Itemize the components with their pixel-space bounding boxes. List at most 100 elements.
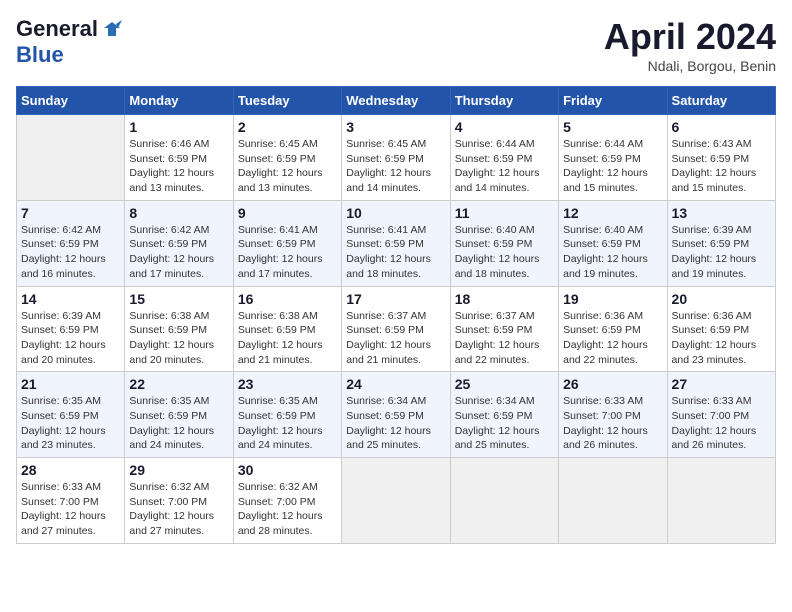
calendar-week-row: 14 Sunrise: 6:39 AMSunset: 6:59 PMDayligh… (17, 286, 776, 372)
calendar-day-cell: 12 Sunrise: 6:40 AMSunset: 6:59 PMDayligh… (559, 200, 667, 286)
calendar-day-cell (450, 458, 558, 544)
day-number: 11 (455, 205, 554, 221)
day-info: Sunrise: 6:33 AMSunset: 7:00 PMDaylight:… (672, 394, 771, 453)
day-info: Sunrise: 6:37 AMSunset: 6:59 PMDaylight:… (346, 309, 445, 368)
calendar-day-cell: 23 Sunrise: 6:35 AMSunset: 6:59 PMDayligh… (233, 372, 341, 458)
day-info: Sunrise: 6:46 AMSunset: 6:59 PMDaylight:… (129, 137, 228, 196)
day-info: Sunrise: 6:45 AMSunset: 6:59 PMDaylight:… (238, 137, 337, 196)
day-number: 10 (346, 205, 445, 221)
day-number: 22 (129, 376, 228, 392)
day-number: 23 (238, 376, 337, 392)
day-number: 21 (21, 376, 120, 392)
day-info: Sunrise: 6:35 AMSunset: 6:59 PMDaylight:… (238, 394, 337, 453)
day-number: 29 (129, 462, 228, 478)
day-number: 20 (672, 291, 771, 307)
day-info: Sunrise: 6:45 AMSunset: 6:59 PMDaylight:… (346, 137, 445, 196)
day-info: Sunrise: 6:32 AMSunset: 7:00 PMDaylight:… (238, 480, 337, 539)
day-number: 28 (21, 462, 120, 478)
day-info: Sunrise: 6:39 AMSunset: 6:59 PMDaylight:… (21, 309, 120, 368)
day-number: 16 (238, 291, 337, 307)
calendar-day-cell: 10Sunrise: 6:41 AMSunset: 6:59 PMDayligh… (342, 200, 450, 286)
day-info: Sunrise: 6:38 AMSunset: 6:59 PMDaylight:… (238, 309, 337, 368)
day-info: Sunrise: 6:38 AMSunset: 6:59 PMDaylight:… (129, 309, 228, 368)
day-number: 12 (563, 205, 662, 221)
logo-bird-icon (102, 20, 122, 38)
calendar-day-cell: 14 Sunrise: 6:39 AMSunset: 6:59 PMDayligh… (17, 286, 125, 372)
logo-general-text: General (16, 16, 98, 42)
day-of-week-header: Friday (559, 87, 667, 115)
day-info: Sunrise: 6:33 AMSunset: 7:00 PMDaylight:… (563, 394, 662, 453)
calendar-day-cell (17, 115, 125, 201)
day-number: 19 (563, 291, 662, 307)
day-number: 27 (672, 376, 771, 392)
day-of-week-header: Saturday (667, 87, 775, 115)
day-info: Sunrise: 6:40 AMSunset: 6:59 PMDaylight:… (563, 223, 662, 282)
day-number: 3 (346, 119, 445, 135)
day-number: 24 (346, 376, 445, 392)
calendar-day-cell: 27 Sunrise: 6:33 AMSunset: 7:00 PMDayligh… (667, 372, 775, 458)
calendar-day-cell: 21Sunrise: 6:35 AMSunset: 6:59 PMDayligh… (17, 372, 125, 458)
calendar-week-row: 28 Sunrise: 6:33 AMSunset: 7:00 PMDayligh… (17, 458, 776, 544)
day-number: 17 (346, 291, 445, 307)
logo-blue-text: Blue (16, 42, 64, 67)
day-number: 30 (238, 462, 337, 478)
day-number: 2 (238, 119, 337, 135)
day-info: Sunrise: 6:43 AMSunset: 6:59 PMDaylight:… (672, 137, 771, 196)
calendar-day-cell: 1Sunrise: 6:46 AMSunset: 6:59 PMDaylight… (125, 115, 233, 201)
day-number: 26 (563, 376, 662, 392)
logo: General Blue (16, 16, 122, 68)
day-of-week-header: Tuesday (233, 87, 341, 115)
calendar-day-cell: 3 Sunrise: 6:45 AMSunset: 6:59 PMDaylight… (342, 115, 450, 201)
page-header: General Blue April 2024 Ndali, Borgou, B… (16, 16, 776, 74)
calendar-day-cell: 18Sunrise: 6:37 AMSunset: 6:59 PMDayligh… (450, 286, 558, 372)
calendar-day-cell (342, 458, 450, 544)
day-of-week-header: Sunday (17, 87, 125, 115)
day-info: Sunrise: 6:41 AMSunset: 6:59 PMDaylight:… (238, 223, 337, 282)
calendar-location: Ndali, Borgou, Benin (604, 58, 776, 74)
day-info: Sunrise: 6:44 AMSunset: 6:59 PMDaylight:… (455, 137, 554, 196)
day-number: 6 (672, 119, 771, 135)
day-of-week-header: Wednesday (342, 87, 450, 115)
day-info: Sunrise: 6:40 AMSunset: 6:59 PMDaylight:… (455, 223, 554, 282)
day-number: 4 (455, 119, 554, 135)
day-info: Sunrise: 6:37 AMSunset: 6:59 PMDaylight:… (455, 309, 554, 368)
day-info: Sunrise: 6:39 AMSunset: 6:59 PMDaylight:… (672, 223, 771, 282)
calendar-day-cell: 6 Sunrise: 6:43 AMSunset: 6:59 PMDaylight… (667, 115, 775, 201)
day-number: 15 (129, 291, 228, 307)
day-info: Sunrise: 6:32 AMSunset: 7:00 PMDaylight:… (129, 480, 228, 539)
calendar-day-cell: 13Sunrise: 6:39 AMSunset: 6:59 PMDayligh… (667, 200, 775, 286)
calendar-day-cell: 2 Sunrise: 6:45 AMSunset: 6:59 PMDaylight… (233, 115, 341, 201)
calendar-day-cell: 24 Sunrise: 6:34 AMSunset: 6:59 PMDayligh… (342, 372, 450, 458)
day-number: 14 (21, 291, 120, 307)
calendar-day-cell (667, 458, 775, 544)
calendar-day-cell: 29 Sunrise: 6:32 AMSunset: 7:00 PMDayligh… (125, 458, 233, 544)
day-info: Sunrise: 6:44 AMSunset: 6:59 PMDaylight:… (563, 137, 662, 196)
calendar-day-cell: 4 Sunrise: 6:44 AMSunset: 6:59 PMDaylight… (450, 115, 558, 201)
day-number: 7 (21, 205, 120, 221)
calendar-week-row: 21 Sunrise: 6:35 AMSunset: 6:59 PMDayligh… (17, 372, 776, 458)
calendar-day-cell: 19Sunrise: 6:36 AMSunset: 6:59 PMDayligh… (559, 286, 667, 372)
calendar-day-cell: 26 Sunrise: 6:33 AMSunset: 7:00 PMDayligh… (559, 372, 667, 458)
calendar-day-cell: 22 Sunrise: 6:35 AMSunset: 6:59 PMDayligh… (125, 372, 233, 458)
title-block: April 2024 Ndali, Borgou, Benin (604, 16, 776, 74)
calendar-day-cell (559, 458, 667, 544)
calendar-day-cell: 30 Sunrise: 6:32 AMSunset: 7:00 PMDayligh… (233, 458, 341, 544)
calendar-day-cell: 17 Sunrise: 6:37 AMSunset: 6:59 PMDayligh… (342, 286, 450, 372)
day-info: Sunrise: 6:34 AMSunset: 6:59 PMDaylight:… (455, 394, 554, 453)
calendar-day-cell: 5Sunrise: 6:44 AMSunset: 6:59 PMDaylight… (559, 115, 667, 201)
day-of-week-header: Thursday (450, 87, 558, 115)
calendar-day-cell: 11 Sunrise: 6:40 AMSunset: 6:59 PMDayligh… (450, 200, 558, 286)
calendar-day-cell: 25 Sunrise: 6:34 AMSunset: 6:59 PMDayligh… (450, 372, 558, 458)
calendar-day-cell: 9Sunrise: 6:41 AMSunset: 6:59 PMDaylight… (233, 200, 341, 286)
calendar-day-cell: 15 Sunrise: 6:38 AMSunset: 6:59 PMDayligh… (125, 286, 233, 372)
calendar-day-cell: 8 Sunrise: 6:42 AMSunset: 6:59 PMDaylight… (125, 200, 233, 286)
day-info: Sunrise: 6:35 AMSunset: 6:59 PMDaylight:… (129, 394, 228, 453)
day-info: Sunrise: 6:42 AMSunset: 6:59 PMDaylight:… (129, 223, 228, 282)
day-number: 8 (129, 205, 228, 221)
day-number: 25 (455, 376, 554, 392)
day-info: Sunrise: 6:33 AMSunset: 7:00 PMDaylight:… (21, 480, 120, 539)
calendar-week-row: 7 Sunrise: 6:42 AMSunset: 6:59 PMDaylight… (17, 200, 776, 286)
day-info: Sunrise: 6:34 AMSunset: 6:59 PMDaylight:… (346, 394, 445, 453)
calendar-day-cell: 20Sunrise: 6:36 AMSunset: 6:59 PMDayligh… (667, 286, 775, 372)
calendar-table: SundayMondayTuesdayWednesdayThursdayFrid… (16, 86, 776, 544)
